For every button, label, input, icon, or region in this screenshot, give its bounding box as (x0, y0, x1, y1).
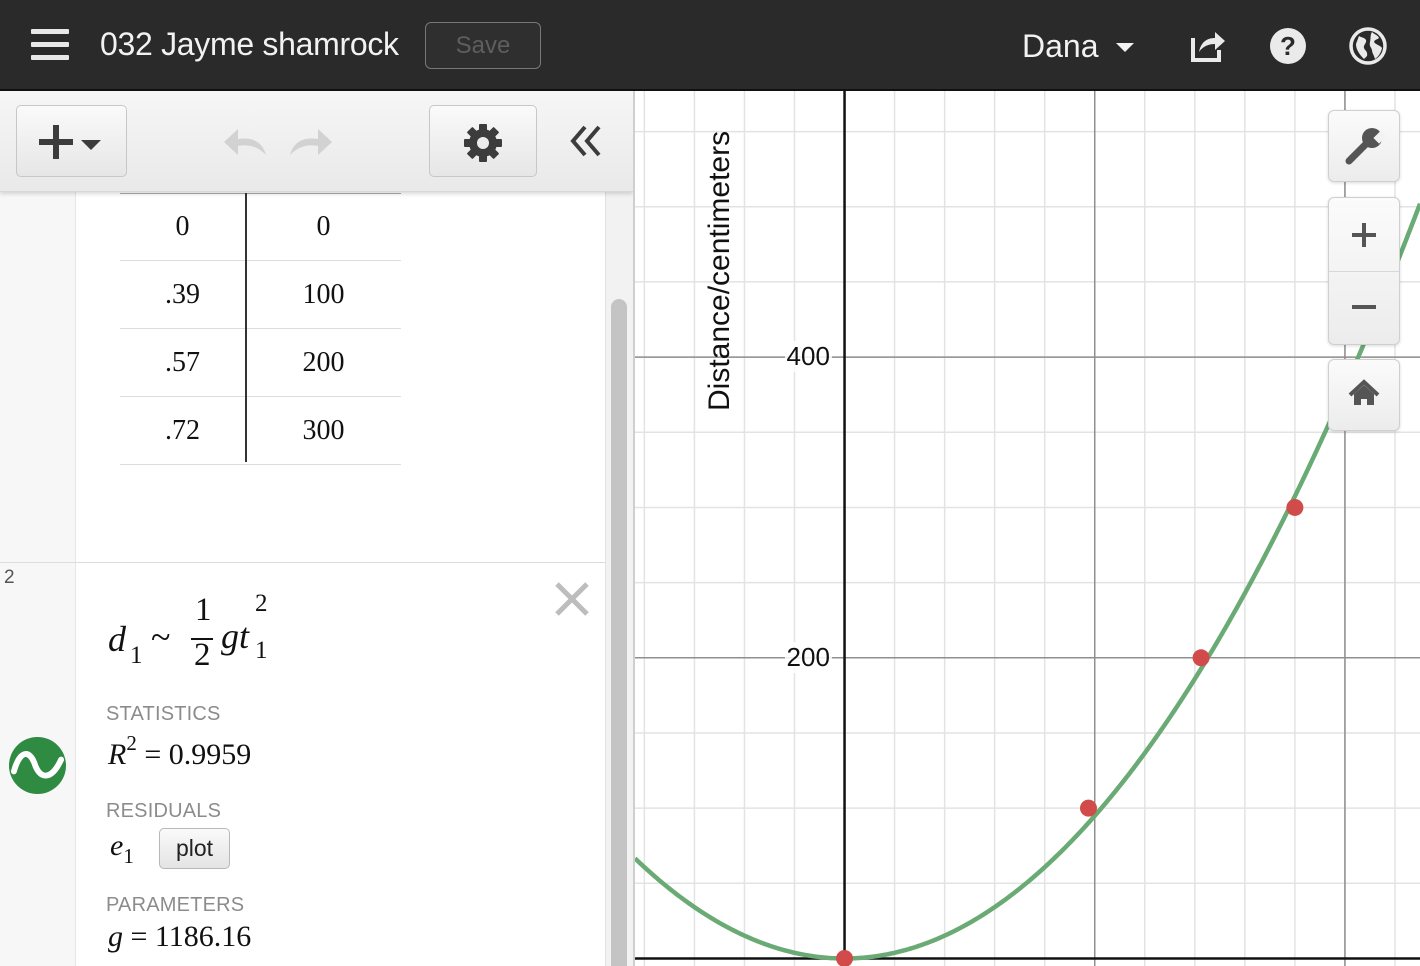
table-row: 0 0 (120, 193, 401, 261)
table-cell-d[interactable]: 0 (246, 193, 401, 260)
regression-expression[interactable]: d 1 ~ 1 2 g t 2 1 (108, 590, 368, 676)
zoom-in-icon[interactable] (1329, 198, 1399, 272)
expr-lhs-sub: 1 (130, 642, 143, 669)
plot-residuals-button[interactable]: plot (159, 828, 230, 869)
table-cell-d[interactable]: 300 (246, 397, 401, 464)
table-row: .72 300 (120, 397, 401, 465)
data-table: 0 0 .39 100 .57 200 .72 300 (120, 193, 401, 465)
default-viewport-button[interactable] (1328, 359, 1400, 431)
expr-relation: ~ (151, 617, 171, 657)
table-cell-d[interactable]: 100 (246, 261, 401, 328)
regression-icon (8, 736, 67, 795)
table-column-divider (245, 193, 247, 462)
top-bar: 032 Jayme shamrock Save Dana ? (0, 0, 1420, 91)
table-cell-t[interactable]: .39 (120, 261, 245, 328)
gear-icon (464, 124, 502, 162)
table-cell-t[interactable]: .57 (120, 329, 245, 396)
expression-panel: 0 0 .39 100 .57 200 .72 300 2 d 1 ~ 1 2 … (0, 91, 635, 966)
chevron-down-icon (1116, 43, 1134, 52)
y-tick-label: 200 (784, 641, 832, 673)
residuals-label: RESIDUALS (106, 800, 222, 822)
y-axis-title: Distance/centimeters (703, 130, 736, 411)
data-point[interactable] (1192, 649, 1210, 667)
data-point[interactable] (1079, 799, 1097, 817)
residual-sub: 1 (123, 844, 134, 868)
table-row: .39 100 (120, 261, 401, 329)
delete-expression-icon[interactable] (553, 580, 591, 618)
undo-icon[interactable] (222, 125, 270, 159)
settings-button[interactable] (429, 105, 537, 177)
table-row: .57 200 (120, 329, 401, 397)
redo-icon[interactable] (286, 125, 334, 159)
graph-canvas[interactable] (635, 91, 1420, 966)
r2-value: = 0.9959 (144, 738, 252, 771)
expression-toolbar (0, 91, 633, 192)
help-icon[interactable]: ? (1268, 26, 1308, 66)
graph-paper[interactable]: Distance/centimeters 400 200 (635, 91, 1420, 966)
parameters-label: PARAMETERS (106, 894, 245, 916)
table-cell-t[interactable]: .72 (120, 397, 245, 464)
expression-index: 2 (4, 567, 15, 588)
expr-var-t: t (239, 616, 250, 656)
r2-symbol: R (108, 738, 127, 771)
save-button[interactable]: Save (425, 22, 541, 69)
language-globe-icon[interactable] (1348, 26, 1388, 66)
share-icon[interactable] (1187, 26, 1227, 66)
user-menu[interactable]: Dana (1022, 28, 1134, 65)
residual-symbol: e (110, 829, 124, 862)
table-cell-d[interactable]: 200 (246, 329, 401, 396)
r-squared-value: R2 = 0.9959 (108, 731, 308, 778)
menu-icon[interactable] (31, 29, 69, 61)
svg-text:?: ? (1280, 31, 1296, 61)
plus-dropdown-icon (39, 125, 101, 159)
collapse-panel-icon[interactable] (567, 121, 607, 161)
expr-frac-num: 1 (195, 592, 212, 628)
r2-sup: 2 (126, 731, 137, 755)
expr-t-sub: 1 (255, 637, 268, 664)
wrench-icon (1345, 128, 1387, 165)
table-cell-t[interactable]: 0 (120, 193, 245, 260)
expr-t-sup: 2 (255, 590, 268, 617)
expression-divider (0, 562, 605, 563)
zoom-controls (1328, 197, 1400, 345)
data-point[interactable] (836, 949, 854, 966)
add-item-button[interactable] (16, 105, 127, 177)
expr-frac-den: 2 (194, 637, 211, 673)
y-tick-label: 400 (784, 341, 832, 373)
parameter-g-value: g = 1186.16 (108, 920, 308, 960)
zoom-out-icon[interactable] (1329, 272, 1399, 346)
param-symbol: g (108, 920, 123, 953)
regression-curve[interactable] (635, 202, 1420, 961)
scrollbar-thumb[interactable] (611, 299, 627, 966)
param-value: = 1186.16 (130, 920, 252, 953)
expr-lhs: d (108, 619, 126, 659)
residual-variable: e1 (110, 829, 150, 869)
user-name: Dana (1022, 28, 1099, 64)
home-icon (1348, 379, 1380, 405)
graph-title[interactable]: 032 Jayme shamrock (100, 26, 399, 63)
graph-settings-button[interactable] (1328, 110, 1400, 182)
data-point[interactable] (1286, 498, 1304, 516)
expr-var-g: g (221, 616, 239, 656)
statistics-label: STATISTICS (106, 703, 221, 725)
